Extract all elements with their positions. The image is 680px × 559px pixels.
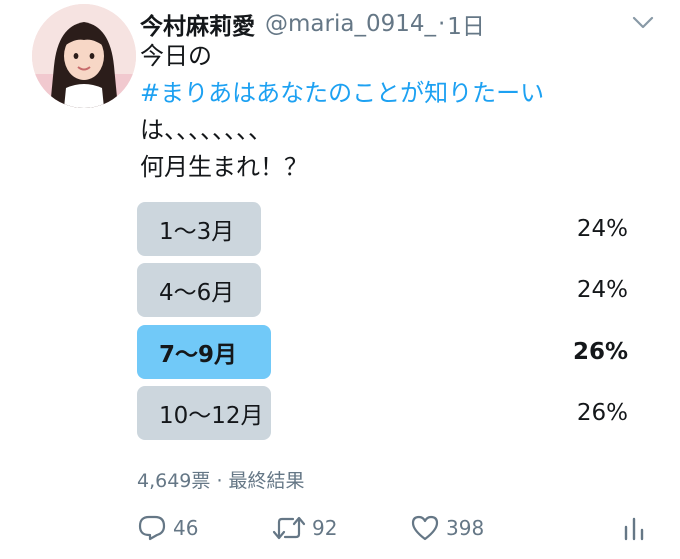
chevron-down-icon[interactable] (630, 12, 656, 34)
tweet-actions: 46 92 398 (0, 508, 680, 548)
reply-icon (137, 513, 167, 543)
poll-option-bar-winner: 7〜9月 (137, 325, 271, 379)
tweet-text-line: は、、、、、、、、 (140, 116, 272, 144)
like-count: 398 (446, 516, 485, 540)
poll-option-bar: 4〜6月 (137, 263, 261, 317)
tweet-header: 今村麻莉愛 @maria_0914_ · 1日 (140, 6, 485, 42)
avatar[interactable] (32, 4, 136, 108)
reply-count: 46 (173, 516, 199, 540)
analytics-button[interactable] (622, 508, 646, 548)
user-handle[interactable]: @maria_0914_ (265, 11, 436, 37)
poll-option-bar: 10〜12月 (137, 386, 271, 440)
retweet-icon (272, 513, 306, 543)
poll-option-percent: 24% (576, 216, 628, 242)
reply-button[interactable]: 46 (137, 508, 198, 548)
retweet-button[interactable]: 92 (272, 508, 337, 548)
timestamp[interactable]: 1日 (447, 7, 485, 41)
analytics-icon (622, 513, 646, 543)
hashtag-link[interactable]: #まりあはあなたのことが知りたーい (140, 75, 660, 112)
poll-option-percent: 24% (576, 277, 628, 303)
like-button[interactable]: 398 (410, 508, 484, 548)
poll-option-label: 10〜12月 (159, 403, 264, 429)
tweet-text-line: 今日の (140, 42, 212, 70)
poll-option-label: 4〜6月 (159, 280, 235, 306)
tweet-text-line: 何月生まれ！？ (140, 153, 308, 181)
poll-vote-count: 4,649票 (137, 470, 211, 492)
poll-option-bar: 1〜3月 (137, 202, 261, 256)
tweet-text: 今日の #まりあはあなたのことが知りたーい は、、、、、、、、 何月生まれ！？ (140, 38, 660, 186)
poll-option-percent: 26% (576, 400, 628, 426)
separator-dot: · (437, 11, 446, 37)
separator-dot: · (216, 470, 223, 492)
display-name[interactable]: 今村麻莉愛 (140, 7, 255, 41)
poll-option-label: 1〜3月 (159, 219, 235, 245)
heart-icon (410, 513, 440, 543)
poll-option-label: 7〜9月 (159, 342, 238, 368)
poll-status: 最終結果 (228, 470, 305, 492)
poll-meta: 4,649票 · 最終結果 (137, 466, 305, 493)
poll-option-percent: 26% (572, 339, 628, 365)
retweet-count: 92 (312, 516, 338, 540)
